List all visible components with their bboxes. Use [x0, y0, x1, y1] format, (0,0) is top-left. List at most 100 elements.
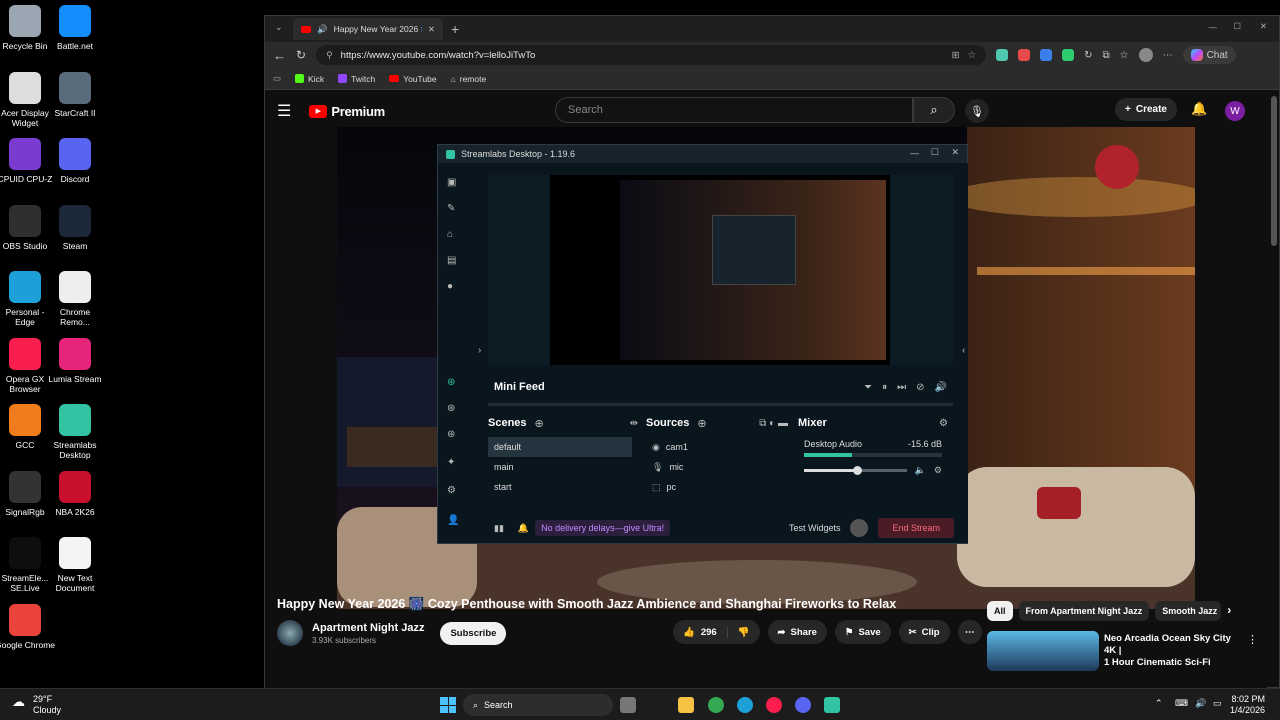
close-window-icon[interactable]: ✕ — [1260, 21, 1267, 32]
sl-close-icon[interactable]: ✕ — [951, 147, 959, 158]
like-button[interactable]: 👍 296 — [673, 626, 728, 638]
chip-from-channel[interactable]: From Apartment Night Jazz — [1018, 601, 1150, 621]
voice-search-icon[interactable]: 🎙 — [965, 99, 989, 123]
sl-minimize-icon[interactable]: — — [910, 148, 919, 158]
channel-name[interactable]: Apartment Night Jazz — [312, 622, 424, 634]
volume-icon[interactable]: 🔊 — [935, 382, 947, 393]
bookmark-twitch[interactable]: Twitch — [338, 74, 375, 84]
scene-item-start[interactable]: start — [488, 477, 638, 497]
dashboard-icon[interactable]: ⊛ — [447, 377, 455, 388]
app-store-icon[interactable]: ⌂ — [447, 229, 453, 240]
youtube-logo[interactable]: ▶ Premium — [309, 104, 385, 119]
scene-transitions-icon[interactable]: ⇹ — [630, 418, 638, 429]
sl-maximize-icon[interactable]: ☐ — [931, 147, 939, 158]
chrome-taskbar-icon[interactable] — [708, 697, 724, 713]
save-button[interactable]: ⚑ Save — [834, 620, 891, 644]
bookmark-remote[interactable]: ⌂ remote — [451, 74, 487, 84]
desktop-shortcut[interactable]: Lumia Stream — [45, 337, 105, 384]
ultra-promo-banner[interactable]: No delivery delays—give Ultra! — [535, 520, 671, 536]
collapse-right-icon[interactable]: ‹ — [962, 345, 965, 356]
notifications-bell-icon[interactable]: 🔔 — [1191, 101, 1207, 117]
bookmark-youtube[interactable]: YouTube — [389, 74, 437, 84]
taskbar-search[interactable]: ⌕ Search — [463, 694, 613, 716]
minimize-icon[interactable]: — — [1209, 22, 1218, 32]
extension-icon[interactable] — [1040, 49, 1053, 61]
create-button[interactable]: + Create — [1115, 98, 1177, 121]
weather-widget[interactable]: 29°F Cloudy — [33, 694, 61, 716]
app-available-icon[interactable]: ⊞ — [952, 50, 960, 61]
notifications-icon[interactable]: 🔔 — [518, 523, 529, 534]
chips-next-icon[interactable]: › — [1227, 601, 1231, 621]
task-view-icon[interactable] — [620, 697, 636, 713]
tab-list-icon[interactable]: ⌄ — [275, 22, 283, 33]
streamlabs-taskbar-icon[interactable] — [824, 697, 840, 713]
mixer-settings-icon[interactable]: ⚙ — [939, 418, 948, 429]
page-scrollbar[interactable] — [1271, 96, 1277, 246]
opera-taskbar-icon[interactable] — [766, 697, 782, 713]
extension-icon[interactable] — [996, 49, 1009, 61]
source-item-cam1[interactable]: ◉ cam1 — [646, 437, 788, 457]
refresh-extension-icon[interactable]: ↻ — [1084, 50, 1092, 61]
desktop-shortcut[interactable]: Streamlabs Desktop — [45, 404, 105, 460]
chip-all[interactable]: All — [987, 601, 1013, 621]
start-windows-icon[interactable] — [440, 697, 456, 713]
chip-smooth-jazz[interactable]: Smooth Jazz — [1155, 601, 1222, 621]
new-tab-icon[interactable]: + — [451, 21, 459, 37]
end-stream-button[interactable]: End Stream — [878, 518, 954, 538]
clip-button[interactable]: ✂ Clip — [898, 620, 950, 644]
tab-close-icon[interactable]: ✕ — [428, 24, 435, 35]
extensions-puzzle-icon[interactable]: ⧉ — [1102, 50, 1109, 61]
speaker-icon[interactable]: 🔊 — [317, 24, 328, 35]
ai-icon[interactable]: ✦ — [447, 457, 455, 468]
subscribe-button[interactable]: Subscribe — [440, 621, 507, 645]
scene-item-main[interactable]: main — [488, 457, 638, 477]
profile-icon[interactable]: 👤 — [447, 515, 459, 526]
editor-icon[interactable]: ▣ — [447, 177, 456, 188]
extension-icon[interactable] — [1062, 49, 1075, 61]
edge-taskbar-icon[interactable] — [737, 697, 753, 713]
desktop-shortcut[interactable]: Discord — [45, 138, 105, 184]
mixer-item-settings-icon[interactable]: ⚙ — [934, 465, 942, 476]
bookmark-kick[interactable]: Kick — [295, 74, 324, 84]
recordings-icon[interactable]: ● — [447, 281, 453, 292]
source-group-icon[interactable]: ⧉ ◐ ▬ — [759, 418, 788, 429]
avatar[interactable]: W — [1225, 101, 1245, 121]
multistream-icon[interactable]: ⊛ — [447, 429, 455, 440]
skip-icon[interactable]: ⏭ — [897, 382, 906, 393]
mute-alerts-icon[interactable]: ⊘ — [916, 382, 924, 393]
desktop-shortcut[interactable]: Chrome Remo... — [45, 271, 105, 327]
channel-avatar[interactable] — [277, 620, 303, 646]
tab-youtube[interactable]: 🔊 Happy New Year 2026 🎆 Co ✕ — [293, 18, 443, 40]
more-menu-icon[interactable]: ⋯ — [1163, 50, 1173, 61]
desktop-shortcut[interactable]: Google Chrome — [0, 603, 55, 650]
desktop-shortcut[interactable]: Battle.net — [45, 5, 105, 51]
site-info-icon[interactable]: ⚲ — [326, 50, 333, 61]
dislike-button[interactable]: 👎 — [728, 627, 760, 638]
themes-icon[interactable]: ✎ — [447, 203, 455, 214]
back-icon[interactable]: ← — [273, 48, 286, 63]
volume-tray-icon[interactable]: 🔊 — [1195, 698, 1206, 709]
desktop-shortcut[interactable]: NBA 2K26 — [45, 470, 105, 517]
test-widgets-button[interactable]: Test Widgets — [789, 523, 841, 533]
copilot-chat-button[interactable]: Chat — [1182, 46, 1236, 64]
reload-icon[interactable]: ↻ — [296, 48, 306, 62]
hamburger-menu-icon[interactable]: ☰ — [277, 101, 291, 121]
collapse-left-icon[interactable]: › — [478, 345, 481, 356]
source-item-pc[interactable]: ⬚ pc — [646, 477, 788, 497]
more-actions-icon[interactable]: ⋯ — [957, 620, 982, 644]
favorite-star-icon[interactable]: ☆ — [968, 50, 977, 61]
extension-icon[interactable] — [1018, 49, 1031, 61]
volume-slider[interactable] — [804, 466, 907, 475]
maximize-icon[interactable]: ☐ — [1233, 21, 1241, 32]
favorites-icon[interactable]: ☆ — [1120, 50, 1129, 61]
weather-icon[interactable]: ☁ — [12, 694, 25, 710]
pause-icon[interactable]: ⏸ — [882, 382, 887, 393]
address-bar[interactable]: ⚲ https://www.youtube.com/watch?v=lelloJ… — [316, 45, 987, 65]
add-source-icon[interactable]: ⊕ — [697, 417, 706, 430]
add-scene-icon[interactable]: ⊕ — [535, 417, 544, 430]
bookmarks-menu-icon[interactable]: ▭ — [273, 73, 281, 84]
network-icon[interactable]: ⌨ — [1175, 698, 1188, 709]
discord-taskbar-icon[interactable] — [795, 697, 811, 713]
desktop-shortcut[interactable]: Steam — [45, 204, 105, 251]
settings-gear-icon[interactable]: ⚙ — [447, 485, 456, 496]
